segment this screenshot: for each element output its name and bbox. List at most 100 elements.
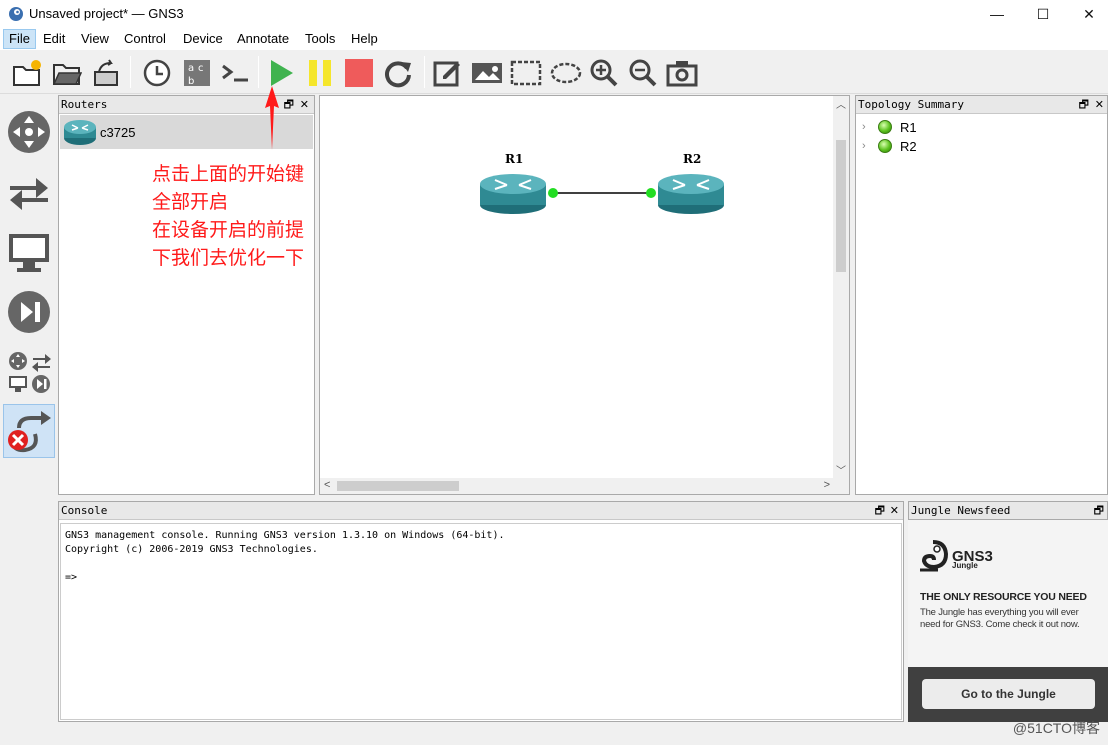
link-status-led bbox=[548, 188, 558, 198]
float-dock-icon[interactable]: 🗗 bbox=[1079, 96, 1089, 114]
draw-ellipse-button[interactable] bbox=[549, 56, 583, 90]
expand-chevron-icon[interactable]: › bbox=[862, 121, 878, 133]
scroll-left-icon[interactable]: < bbox=[324, 479, 330, 491]
svg-text:a: a bbox=[188, 63, 194, 74]
close-dock-icon[interactable]: ✕ bbox=[1095, 96, 1104, 114]
console-prompt[interactable]: => bbox=[65, 571, 77, 585]
open-folder-icon bbox=[52, 64, 82, 85]
menu-annotate[interactable]: Annotate bbox=[237, 31, 289, 46]
topology-canvas[interactable]: R1 R2 ︿ ﹀ < > bbox=[319, 95, 850, 495]
new-project-icon bbox=[13, 60, 41, 86]
annotation-line-2: 全部开启 bbox=[152, 191, 229, 213]
camera-icon bbox=[666, 61, 698, 87]
security-devices-button[interactable] bbox=[3, 286, 55, 338]
end-devices-button[interactable] bbox=[3, 226, 55, 278]
topology-summary-title: Topology Summary bbox=[856, 96, 1107, 114]
console-all-button[interactable] bbox=[219, 56, 253, 90]
annotation-line-4: 下我们去优化一下 bbox=[152, 247, 305, 269]
reload-all-button[interactable] bbox=[381, 56, 415, 90]
expand-chevron-icon[interactable]: › bbox=[862, 140, 878, 152]
float-dock-icon[interactable]: 🗗 bbox=[1094, 502, 1104, 519]
toolbar-separator bbox=[424, 56, 425, 88]
svg-text:b: b bbox=[188, 76, 194, 87]
menu-file[interactable]: File bbox=[3, 29, 36, 49]
topology-item-r2[interactable]: › R2 bbox=[862, 137, 917, 155]
close-button[interactable]: ✕ bbox=[1066, 0, 1108, 28]
jungle-ad: GNS3 Jungle THE ONLY RESOURCE YOU NEED T… bbox=[908, 520, 1108, 667]
menu-control[interactable]: Control bbox=[124, 31, 166, 46]
maximize-button[interactable]: ☐ bbox=[1020, 0, 1066, 28]
annotation-line-1: 点击上面的开始键 bbox=[152, 163, 305, 185]
pause-icon bbox=[309, 60, 331, 86]
vertical-scroll-thumb[interactable] bbox=[836, 140, 846, 272]
open-project-button[interactable] bbox=[50, 56, 84, 90]
running-status-icon bbox=[878, 120, 892, 134]
rectangle-icon bbox=[510, 60, 542, 86]
topology-summary-title-text: Topology Summary bbox=[858, 98, 964, 111]
scroll-up-icon[interactable]: ︿ bbox=[836, 96, 846, 111]
scroll-right-icon[interactable]: > bbox=[824, 479, 830, 491]
scroll-down-icon[interactable]: ﹀ bbox=[836, 462, 846, 477]
suspend-all-button[interactable] bbox=[303, 56, 337, 90]
float-dock-icon[interactable]: 🗗 bbox=[284, 96, 294, 114]
stop-icon bbox=[345, 59, 373, 87]
window-title: Unsaved project* — GNS3 bbox=[29, 6, 184, 21]
console-title-text: Console bbox=[61, 504, 108, 517]
edit-note-icon bbox=[433, 61, 460, 87]
menu-edit[interactable]: Edit bbox=[43, 31, 65, 46]
clock-icon bbox=[143, 59, 171, 87]
add-link-button[interactable] bbox=[3, 404, 55, 458]
topology-summary-dock: Topology Summary 🗗 ✕ › R1 › R2 bbox=[855, 95, 1108, 495]
all-devices-button[interactable] bbox=[3, 346, 55, 398]
horizontal-scroll-thumb[interactable] bbox=[337, 481, 459, 491]
running-status-icon bbox=[878, 139, 892, 153]
menu-bar: File Edit View Control Device Annotate T… bbox=[0, 28, 1108, 50]
routers-button[interactable] bbox=[3, 106, 55, 158]
snapshot-button[interactable] bbox=[140, 56, 174, 90]
zoom-in-icon bbox=[590, 59, 618, 87]
menu-help[interactable]: Help bbox=[351, 31, 378, 46]
add-note-button[interactable] bbox=[431, 56, 465, 90]
minimize-icon: — bbox=[990, 6, 1004, 22]
router-node-r2[interactable] bbox=[658, 174, 724, 214]
insert-picture-button[interactable] bbox=[470, 56, 504, 90]
switches-button[interactable] bbox=[3, 166, 55, 218]
jungle-description: The Jungle has everything you will ever … bbox=[920, 607, 1080, 630]
close-dock-icon[interactable]: ✕ bbox=[300, 96, 309, 114]
screenshot-button[interactable] bbox=[665, 56, 699, 90]
go-to-jungle-button[interactable]: Go to the Jungle bbox=[922, 679, 1095, 709]
close-dock-icon[interactable]: ✕ bbox=[890, 502, 899, 520]
new-project-button[interactable] bbox=[10, 56, 44, 90]
float-dock-icon[interactable]: 🗗 bbox=[875, 502, 885, 520]
console-dock: Console 🗗 ✕ GNS3 management console. Run… bbox=[58, 501, 904, 722]
show-interface-labels-button[interactable]: a c b bbox=[180, 56, 214, 90]
router-arrows-icon bbox=[8, 111, 50, 153]
node-label-r2[interactable]: R2 bbox=[683, 152, 701, 166]
save-project-button[interactable] bbox=[89, 56, 123, 90]
console-title: Console bbox=[59, 502, 903, 520]
vertical-scrollbar[interactable]: ︿ ﹀ bbox=[833, 96, 849, 479]
console-line: GNS3 management console. Running GNS3 ve… bbox=[65, 530, 505, 541]
zoom-out-button[interactable] bbox=[626, 56, 660, 90]
gns3-window: Unsaved project* — GNS3 — ☐ ✕ File Edit … bbox=[0, 0, 1108, 745]
all-devices-icon bbox=[9, 352, 51, 393]
console-output[interactable]: GNS3 management console. Running GNS3 ve… bbox=[60, 523, 902, 720]
zoom-in-button[interactable] bbox=[587, 56, 621, 90]
router-node-r1[interactable] bbox=[480, 174, 546, 214]
stop-all-button[interactable] bbox=[342, 56, 376, 90]
jungle-logo-subtext: Jungle bbox=[952, 561, 978, 570]
annotation-arrow-icon bbox=[265, 86, 279, 150]
minimize-button[interactable]: — bbox=[974, 0, 1020, 28]
menu-tools[interactable]: Tools bbox=[305, 31, 335, 46]
topology-item-r1[interactable]: › R1 bbox=[862, 118, 917, 136]
ellipse-icon bbox=[550, 62, 582, 84]
menu-device[interactable]: Device bbox=[183, 31, 223, 46]
menu-view[interactable]: View bbox=[81, 31, 109, 46]
jungle-headline: THE ONLY RESOURCE YOU NEED bbox=[920, 591, 1087, 603]
horizontal-scrollbar[interactable]: < > bbox=[320, 478, 834, 494]
draw-rectangle-button[interactable] bbox=[509, 56, 543, 90]
node-label-r1[interactable]: R1 bbox=[505, 152, 523, 166]
topology-drawing bbox=[480, 174, 724, 214]
title-bar: Unsaved project* — GNS3 — ☐ ✕ bbox=[0, 0, 1108, 28]
routers-dock-title-text: Routers bbox=[61, 98, 108, 111]
